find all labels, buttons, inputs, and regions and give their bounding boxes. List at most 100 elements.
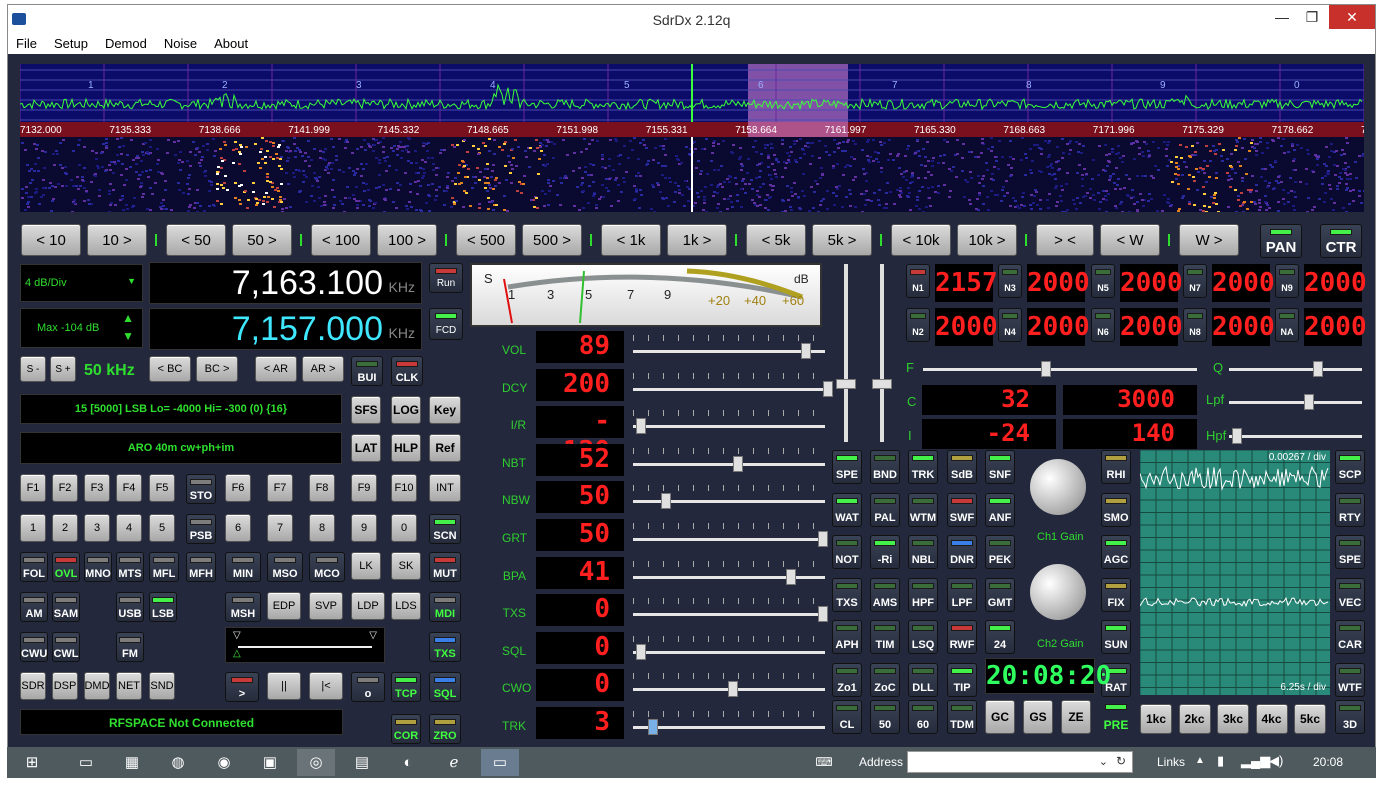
grid-button-pal[interactable]: PAL <box>870 492 900 527</box>
bui-button[interactable]: BUI <box>351 356 383 386</box>
key-f10[interactable]: F10 <box>391 474 417 502</box>
tune-button[interactable]: 10 > <box>87 224 147 256</box>
key-cwu[interactable]: CWU <box>20 632 48 662</box>
grid-button-dll[interactable]: DLL <box>908 662 938 697</box>
side-button-vec[interactable]: VEC <box>1335 577 1365 612</box>
grid-button-dnr[interactable]: DNR <box>947 535 977 569</box>
key-lk[interactable]: LK <box>351 552 381 580</box>
maximize-button[interactable]: ❐ <box>1297 5 1327 29</box>
key-lsb[interactable]: LSB <box>149 592 177 622</box>
bottom-button-gc[interactable]: GC <box>985 700 1015 734</box>
key-lds[interactable]: LDS <box>391 592 421 620</box>
key-o[interactable]: o <box>351 672 385 702</box>
lpf-slider[interactable] <box>1229 394 1362 410</box>
right-button-fix[interactable]: FIX <box>1101 577 1131 612</box>
vslider-thumb-2[interactable] <box>872 379 892 389</box>
volume-icon[interactable]: ◀) <box>1269 753 1283 769</box>
db-div-select[interactable]: 4 dB/Div ▼ <box>20 264 143 302</box>
notch-button-n1[interactable]: N1 <box>906 264 930 298</box>
menu-about[interactable]: About <box>206 33 257 51</box>
ref-button[interactable]: Ref <box>429 434 461 462</box>
grid-button-nbl[interactable]: NBL <box>908 535 938 569</box>
bottom-button-ze[interactable]: ZE <box>1061 700 1091 734</box>
key-mco[interactable]: MCO <box>309 552 345 582</box>
tune-button[interactable]: 1k > <box>667 224 727 256</box>
app-icon-1[interactable]: ◍ <box>159 749 197 776</box>
tune-button[interactable]: < W <box>1100 224 1160 256</box>
chrome-icon[interactable]: ◎ <box>297 749 335 776</box>
grid-button-lpf[interactable]: LPF <box>947 577 977 612</box>
key-sdr[interactable]: SDR <box>20 672 46 700</box>
slider-thumb[interactable] <box>733 455 743 472</box>
slider-thumb[interactable] <box>661 493 671 510</box>
ch2-gain-knob[interactable] <box>1030 564 1086 620</box>
control-slider[interactable] <box>633 485 825 510</box>
ch1-gain-knob[interactable] <box>1030 459 1086 515</box>
key-sam[interactable]: SAM <box>52 592 80 622</box>
max-db-control[interactable]: Max -104 dB ▲ ▼ <box>20 308 143 348</box>
start-icon[interactable]: ⊞ <box>13 749 51 776</box>
address-input[interactable]: ⌄ ↻ <box>907 751 1133 773</box>
key-1[interactable]: 1 <box>20 514 46 542</box>
control-slider[interactable] <box>633 335 825 359</box>
key-mso[interactable]: MSO <box>267 552 303 582</box>
slider-thumb[interactable] <box>648 719 658 735</box>
key-f7[interactable]: F7 <box>267 474 293 502</box>
key-f1[interactable]: F1 <box>20 474 46 502</box>
kc-button-5[interactable]: 5kc <box>1294 704 1326 734</box>
key-f4[interactable]: F4 <box>116 474 142 502</box>
kc-button-1[interactable]: 1kc <box>1140 704 1172 734</box>
key-edp[interactable]: EDP <box>267 592 301 620</box>
key-min[interactable]: MIN <box>225 552 261 582</box>
signal-icon[interactable]: ▂▄▆ <box>1241 753 1270 769</box>
kc-button-4[interactable]: 4kc <box>1255 704 1288 734</box>
key-snd[interactable]: SND <box>149 672 175 700</box>
grid-button-pek[interactable]: PEK <box>985 535 1015 569</box>
notch-button-n5[interactable]: N5 <box>1091 264 1115 298</box>
key-fol[interactable]: FOL <box>20 552 48 582</box>
key-5[interactable]: 5 <box>149 514 175 542</box>
arrow-down-icon[interactable]: ▼ <box>122 329 134 343</box>
tune-button[interactable]: < 500 <box>456 224 516 256</box>
vslider-track-2[interactable] <box>880 264 884 442</box>
key-[interactable]: |< <box>309 672 343 700</box>
key-mfl[interactable]: MFL <box>149 552 179 582</box>
right-button-agc[interactable]: AGC <box>1101 535 1131 569</box>
menu-noise[interactable]: Noise <box>156 33 206 51</box>
bottom-button-cl[interactable]: CL <box>832 700 862 734</box>
grid-button-wat[interactable]: WAT <box>832 492 862 527</box>
control-slider[interactable] <box>633 447 825 472</box>
grid-button-ams[interactable]: AMS <box>870 577 900 612</box>
grid-button-zoc[interactable]: ZoC <box>870 662 900 697</box>
menu-setup[interactable]: Setup <box>46 33 97 51</box>
sfs-button[interactable]: SFS <box>351 396 381 424</box>
ar-right-button[interactable]: AR > <box>302 356 344 382</box>
key-7[interactable]: 7 <box>267 514 293 542</box>
key-3[interactable]: 3 <box>84 514 110 542</box>
explorer-icon[interactable]: ▭ <box>67 749 105 776</box>
key-net[interactable]: NET <box>116 672 142 700</box>
grid-button-not[interactable]: NOT <box>832 535 862 569</box>
s-minus-button[interactable]: S - <box>20 356 46 382</box>
tune-button[interactable]: < 5k <box>746 224 806 256</box>
grid-button-tip[interactable]: TIP <box>947 662 977 697</box>
tune-button[interactable]: < 10k <box>891 224 951 256</box>
side-button-scp[interactable]: SCP <box>1335 450 1365 484</box>
key-9[interactable]: 9 <box>351 514 377 542</box>
slider-thumb[interactable] <box>636 643 646 660</box>
tune-button[interactable]: 5k > <box>812 224 872 256</box>
transport-slider[interactable]: ▽ ▽ △ <box>225 627 385 663</box>
key-usb[interactable]: USB <box>116 592 144 622</box>
arrow-up-icon[interactable]: ▲ <box>122 311 134 325</box>
grid-button-wtm[interactable]: WTM <box>908 492 938 527</box>
photo-icon[interactable]: ▣ <box>251 749 289 776</box>
key-ldp[interactable]: LDP <box>351 592 385 620</box>
tune-button[interactable]: 10k > <box>957 224 1017 256</box>
lat-button[interactable]: LAT <box>351 434 381 462</box>
dropdown-icon[interactable]: ⌄ <box>1099 755 1108 768</box>
notch-button-n9[interactable]: N9 <box>1275 264 1299 298</box>
key-8[interactable]: 8 <box>309 514 335 542</box>
key-zro[interactable]: ZRO <box>429 714 461 744</box>
key-[interactable]: || <box>267 672 301 700</box>
grid-button-tim[interactable]: TIM <box>870 620 900 654</box>
